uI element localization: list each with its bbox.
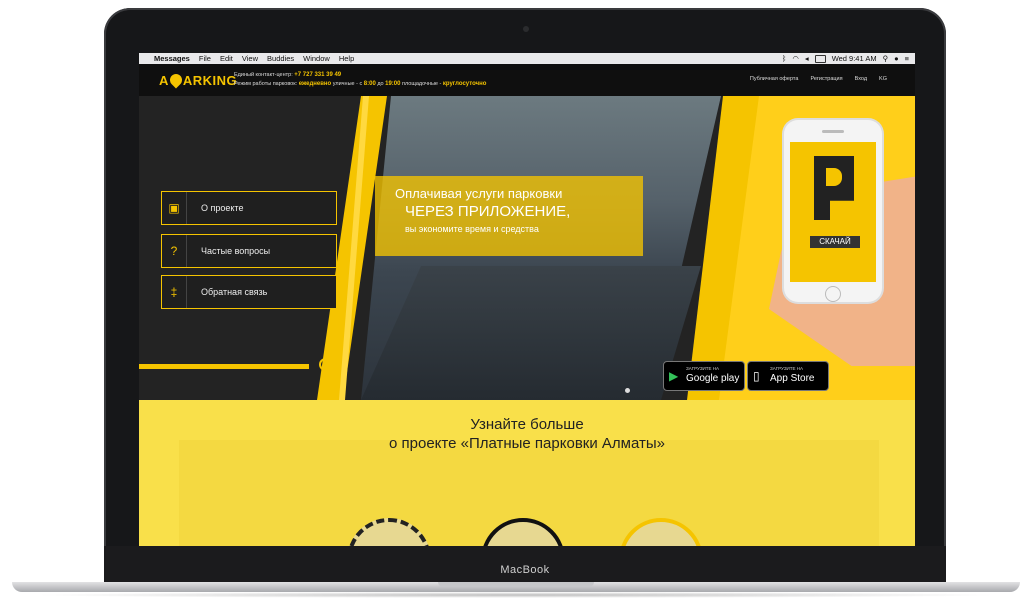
camera	[523, 26, 529, 32]
aparking-logo[interactable]: A ARKING	[159, 71, 238, 89]
slogan-line-3: вы экономите время и средства	[405, 224, 539, 234]
menubar-status: ᛒ ◠ ◂ Wed 9:41 AM ⚲ ● ≡	[782, 53, 909, 64]
menu-help[interactable]: Help	[339, 54, 354, 63]
menu-window[interactable]: Window	[303, 54, 330, 63]
id-card-icon: ▣	[162, 192, 187, 224]
screen: Messages File Edit View Buddies Window H…	[139, 53, 915, 546]
slogan-line-2: ЧЕРЕЗ ПРИЛОЖЕНИЕ,	[405, 203, 571, 220]
menu-edit[interactable]: Edit	[220, 54, 233, 63]
hours-label: Режим работы парковок:	[234, 81, 298, 87]
bluetooth-icon[interactable]: ᛒ	[782, 54, 787, 63]
lots-label: площадочные -	[402, 81, 442, 87]
sidebar-item-label: Частые вопросы	[201, 246, 271, 256]
phone-home-button	[825, 286, 841, 302]
learn-more-section: Узнайте больше о проекте «Платные парков…	[139, 400, 915, 546]
app-store-button[interactable]: ▯ ЗАГРУЗИТЕ НА App Store	[747, 361, 829, 391]
logo-pin-icon	[167, 71, 185, 89]
phone-speaker	[822, 130, 844, 133]
time-from: 8:00	[363, 81, 376, 87]
google-play-button[interactable]: ▶ ЗАГРУЗИТЕ НА Google play	[663, 361, 745, 391]
laptop-opening-notch	[438, 582, 594, 587]
nav-register[interactable]: Регистрация	[810, 76, 842, 82]
parking-p-logo-icon	[814, 156, 854, 220]
signpost-icon: ‡	[162, 276, 187, 308]
to-label: до	[377, 81, 384, 87]
menu-app-name[interactable]: Messages	[154, 54, 190, 63]
iphone-icon: ▯	[753, 369, 760, 383]
parking-p-logo-inner	[826, 168, 842, 186]
yellow-divider	[139, 364, 309, 369]
phone-screen: СКАЧАЙ	[790, 142, 876, 282]
sidebar-item-faq[interactable]: ? Частые вопросы	[161, 234, 337, 268]
logo-text: ARKING	[182, 73, 238, 88]
notification-center-icon[interactable]: ≡	[905, 54, 909, 63]
slogan-line-1: Оплачивая услуги парковки	[395, 186, 563, 201]
google-play-small: ЗАГРУЗИТЕ НА	[686, 366, 720, 371]
nav-language[interactable]: KG	[879, 76, 887, 82]
sidebar-item-about[interactable]: ▣ О проекте	[161, 191, 337, 225]
download-button[interactable]: СКАЧАЙ	[810, 236, 860, 248]
volume-icon[interactable]: ◂	[805, 54, 809, 63]
laptop-shadow	[30, 592, 1002, 598]
spotlight-icon[interactable]: ⚲	[883, 54, 889, 63]
learn-more-subtitle: о проекте «Платные парковки Алматы»	[389, 435, 665, 452]
sidebar-item-label: Обратная связь	[201, 287, 268, 297]
app-store-label: App Store	[770, 373, 815, 384]
google-play-icon: ▶	[669, 369, 679, 383]
app-store-small: ЗАГРУЗИТЕ НА	[770, 366, 804, 371]
battery-icon[interactable]	[814, 54, 826, 63]
google-play-label: Google play	[686, 373, 740, 384]
sidebar-item-feedback[interactable]: ‡ Обратная связь	[161, 275, 337, 309]
nav-public-offer[interactable]: Публичная оферта	[750, 76, 799, 82]
wifi-icon[interactable]: ◠	[792, 54, 799, 63]
contact-phone[interactable]: +7 727 331 39 49	[294, 72, 341, 78]
mac-menubar: Messages File Edit View Buddies Window H…	[139, 53, 915, 64]
laptop-brand: MacBook	[500, 564, 550, 576]
siri-icon[interactable]: ●	[894, 54, 899, 63]
smartphone-image: СКАЧАЙ	[784, 120, 882, 302]
learn-more-title: Узнайте больше	[470, 416, 584, 433]
contact-info: Единый контакт-центр: +7 727 331 39 49 Р…	[234, 71, 486, 89]
hero-slogan-box: Оплачивая услуги парковки ЧЕРЕЗ ПРИЛОЖЕН…	[375, 176, 643, 256]
menubar-clock[interactable]: Wed 9:41 AM	[832, 54, 877, 63]
question-bubble-icon: ?	[162, 235, 187, 267]
contact-label: Единый контакт-центр:	[234, 72, 293, 78]
menu-view[interactable]: View	[242, 54, 258, 63]
menu-buddies[interactable]: Buddies	[267, 54, 294, 63]
lots-hours: круглосуточно	[442, 81, 487, 87]
hours-weekdays: ежедневно	[298, 81, 332, 87]
site-header: A ARKING Единый контакт-центр: +7 727 331…	[139, 64, 915, 96]
hero-section: ▣ О проекте ? Частые вопросы ‡ Обратная …	[139, 96, 915, 400]
time-to: 19:00	[385, 81, 401, 87]
header-nav: Публичная оферта Регистрация Вход KG	[750, 76, 887, 82]
slider-dot[interactable]	[625, 388, 630, 393]
logo-letter-a: A	[159, 73, 169, 88]
nav-login[interactable]: Вход	[855, 76, 867, 82]
menu-file[interactable]: File	[199, 54, 211, 63]
sidebar-item-label: О проекте	[201, 203, 244, 213]
street-label: уличные - с	[332, 81, 363, 87]
